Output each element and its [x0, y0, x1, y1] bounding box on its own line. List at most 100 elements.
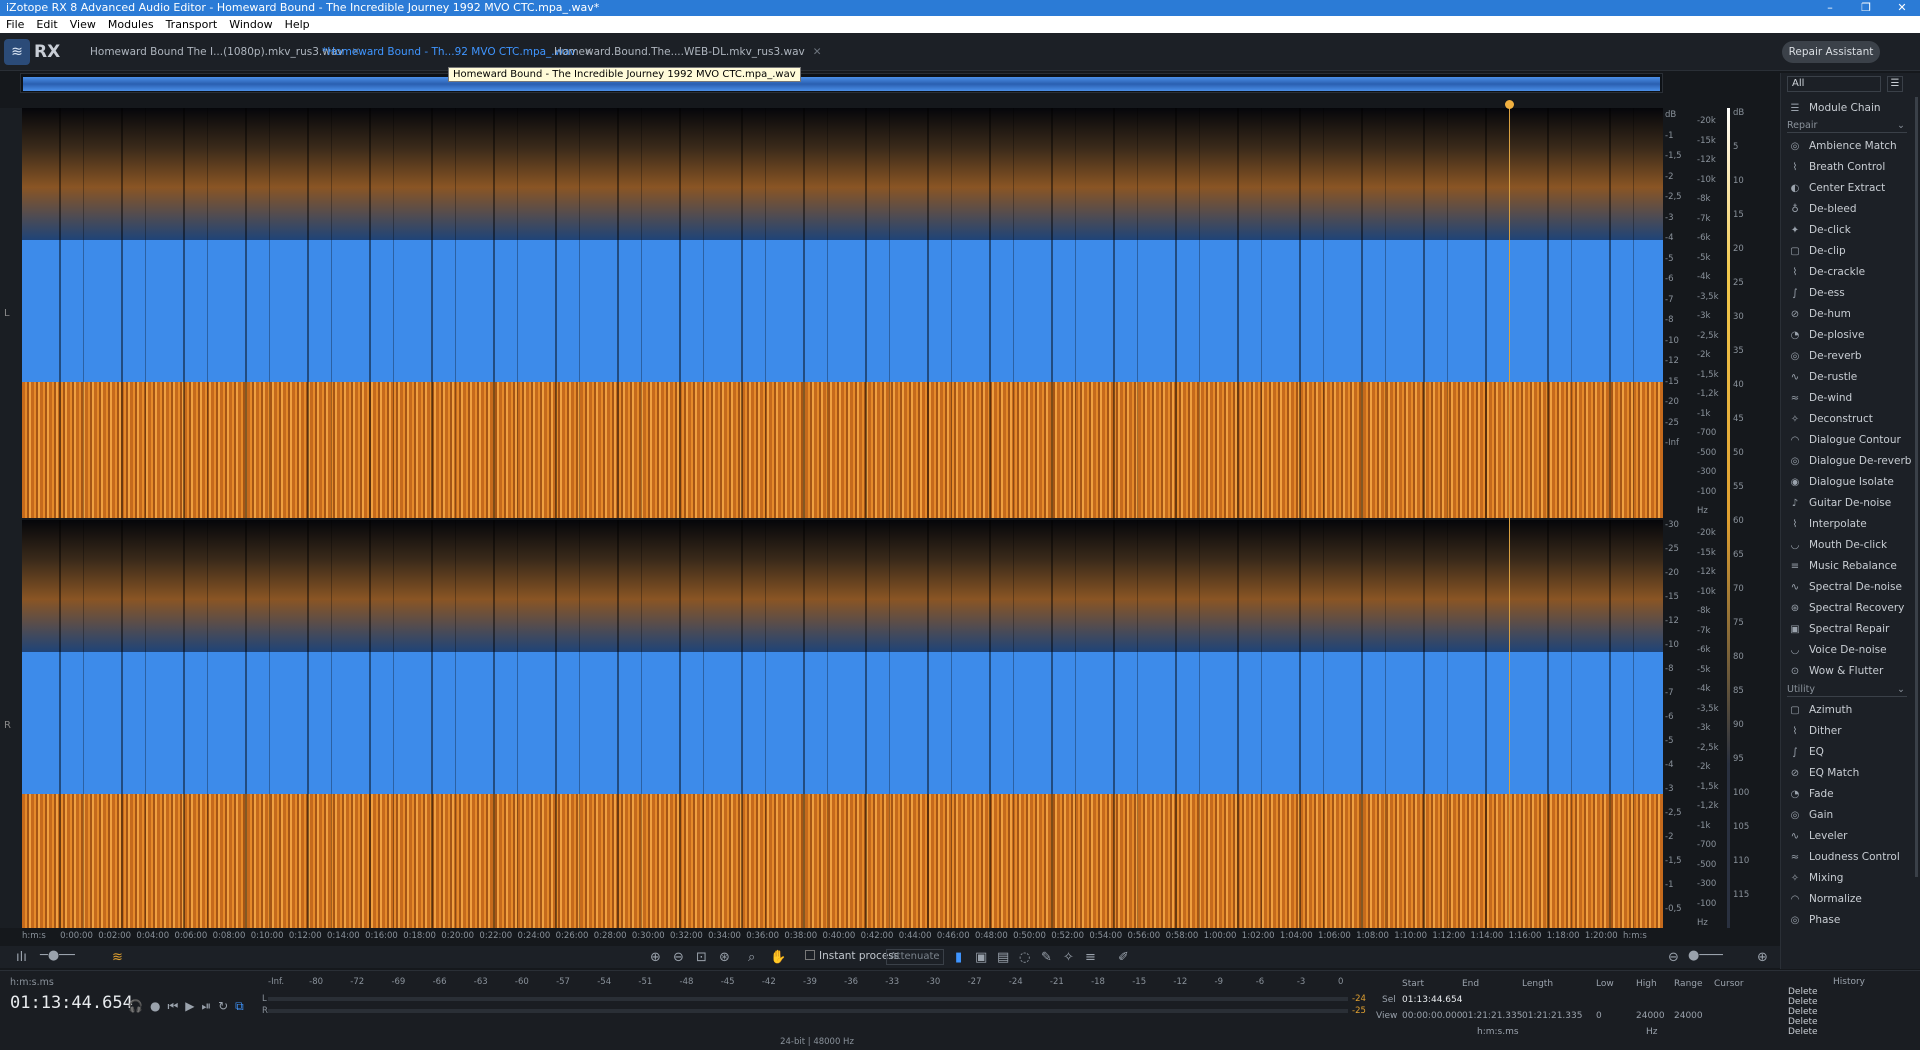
waveform-overview[interactable]	[20, 73, 1663, 93]
module-spectral-repair[interactable]: ▣ Spectral Repair	[1787, 620, 1911, 638]
hand-tool-icon[interactable]: ✋	[770, 950, 786, 965]
zoom-full-icon[interactable]: ⊛	[719, 950, 730, 965]
zoom-selection-icon[interactable]: ⊡	[696, 950, 707, 965]
low-value[interactable]: 0	[1596, 1011, 1602, 1021]
module-eq-match[interactable]: ⊘ EQ Match	[1787, 764, 1911, 782]
module-azimuth[interactable]: ▢ Azimuth	[1787, 701, 1911, 719]
timecode-format[interactable]: h:m:s.ms	[10, 977, 54, 988]
spectrogram-left[interactable]	[22, 108, 1663, 518]
zoom-out-freq-icon[interactable]: ⊖	[1668, 950, 1679, 965]
range-value[interactable]: 24000	[1674, 1011, 1703, 1021]
module-dialogue-de-reverb[interactable]: ◎ Dialogue De-reverb	[1787, 452, 1912, 470]
module-eq[interactable]: ∫ EQ	[1787, 743, 1911, 761]
module-deconstruct[interactable]: ✧ Deconstruct	[1787, 410, 1911, 428]
module-breath-control[interactable]: ⌇ Breath Control	[1787, 158, 1911, 176]
attenuate-select[interactable]: Attenuate	[886, 949, 944, 965]
headphones-icon[interactable]: 🎧	[128, 999, 143, 1014]
utility-section-header[interactable]: Utility ⌄	[1787, 683, 1907, 697]
module-phase[interactable]: ◎ Phase	[1787, 911, 1911, 929]
playhead-marker-icon[interactable]	[1505, 100, 1514, 109]
module-de-hum[interactable]: ⊘ De-hum	[1787, 305, 1911, 323]
module-mixing[interactable]: ✧ Mixing	[1787, 869, 1911, 887]
module-mouth-de-click[interactable]: ◡ Mouth De-click	[1787, 536, 1911, 554]
history-item[interactable]: Delete	[1788, 987, 1818, 997]
menu-help[interactable]: Help	[279, 16, 316, 33]
module-de-plosive[interactable]: ◔ De-plosive	[1787, 326, 1911, 344]
pencil-icon[interactable]: ✐	[1118, 950, 1129, 965]
spectrogram-view-icon[interactable]: ≋	[112, 950, 123, 965]
zoom-out-icon[interactable]: ⊖	[673, 950, 684, 965]
history-item[interactable]: Delete	[1788, 1017, 1818, 1027]
repair-section-header[interactable]: Repair ⌄	[1787, 119, 1907, 133]
instant-process-checkbox[interactable]	[805, 950, 815, 960]
zoom-in-icon[interactable]: ⊕	[650, 950, 661, 965]
play-icon[interactable]: ▶	[185, 999, 194, 1014]
module-dialogue-contour[interactable]: ◠ Dialogue Contour	[1787, 431, 1911, 449]
loop-icon[interactable]: ↻	[218, 999, 228, 1014]
chevron-down-icon[interactable]: ⌄	[1897, 119, 1905, 133]
module-chain-item[interactable]: ☰ Module Chain	[1787, 99, 1911, 117]
playhead[interactable]	[1509, 102, 1510, 928]
tab-file-3[interactable]: Homeward.Bound.The....WEB-DL.mkv_rus3.wa…	[544, 41, 832, 63]
list-view-icon[interactable]: ☰	[1887, 76, 1903, 92]
module-leveler[interactable]: ∿ Leveler	[1787, 827, 1911, 845]
freq-selection-icon[interactable]: ▤	[997, 950, 1009, 965]
menu-edit[interactable]: Edit	[30, 16, 63, 33]
module-de-bleed[interactable]: ♁ De-bleed	[1787, 200, 1911, 218]
zoom-in-freq-icon[interactable]: ⊕	[1757, 950, 1768, 965]
minimize-icon[interactable]: –	[1812, 0, 1848, 16]
history-item[interactable]: Delete	[1788, 997, 1818, 1007]
lasso-icon[interactable]: ◌	[1019, 950, 1030, 965]
chevron-down-icon[interactable]: ⌄	[1897, 683, 1905, 697]
module-loudness-control[interactable]: ≈ Loudness Control	[1787, 848, 1911, 866]
module-interpolate[interactable]: ⌇ Interpolate	[1787, 515, 1911, 533]
module-spectral-recovery[interactable]: ⊛ Spectral Recovery	[1787, 599, 1911, 617]
module-scrollbar[interactable]	[1915, 97, 1918, 877]
module-dialogue-isolate[interactable]: ◉ Dialogue Isolate	[1787, 473, 1911, 491]
module-normalize[interactable]: ◠ Normalize	[1787, 890, 1911, 908]
module-filter-select[interactable]: All	[1787, 76, 1881, 92]
module-guitar-de-noise[interactable]: ♪ Guitar De-noise	[1787, 494, 1911, 512]
menu-view[interactable]: View	[64, 16, 102, 33]
time-selection-icon[interactable]: ▮	[955, 950, 962, 965]
module-ambience-match[interactable]: ◎ Ambience Match	[1787, 137, 1911, 155]
history-item[interactable]: Delete	[1788, 1027, 1818, 1037]
module-wow-flutter[interactable]: ⊙ Wow & Flutter	[1787, 662, 1911, 680]
spectrogram-right[interactable]	[22, 520, 1663, 928]
harmonic-selection-icon[interactable]: ≡	[1085, 950, 1096, 965]
module-spectral-de-noise[interactable]: ∿ Spectral De-noise	[1787, 578, 1911, 596]
close-tab-icon[interactable]: ✕	[813, 46, 822, 58]
module-voice-de-noise[interactable]: ◡ Voice De-noise	[1787, 641, 1911, 659]
brush-icon[interactable]: ✎	[1041, 950, 1052, 965]
blend-slider[interactable]: ─●──	[40, 948, 75, 963]
history-item[interactable]: Delete	[1788, 1007, 1818, 1017]
menu-modules[interactable]: Modules	[102, 16, 160, 33]
module-center-extract[interactable]: ◐ Center Extract	[1787, 179, 1911, 197]
module-de-wind[interactable]: ≈ De-wind	[1787, 389, 1911, 407]
repair-assistant-button[interactable]: Repair Assistant	[1782, 41, 1880, 63]
module-de-reverb[interactable]: ◎ De-reverb	[1787, 347, 1911, 365]
menu-file[interactable]: File	[0, 16, 30, 33]
sel-start-value[interactable]: 01:13:44.654	[1402, 995, 1462, 1005]
module-de-clip[interactable]: ▢ De-clip	[1787, 242, 1911, 260]
waveform-view-icon[interactable]: ılı	[16, 950, 27, 965]
menu-transport[interactable]: Transport	[160, 16, 224, 33]
rect-selection-icon[interactable]: ▣	[975, 950, 987, 965]
play-selection-icon[interactable]: ⏯	[201, 999, 211, 1014]
module-de-crackle[interactable]: ⌇ De-crackle	[1787, 263, 1911, 281]
view-end-value[interactable]: 01:21:21.335	[1462, 1011, 1522, 1021]
skip-start-icon[interactable]: ⏮	[167, 999, 178, 1014]
follow-playhead-icon[interactable]: ⧉	[235, 999, 244, 1014]
module-fade[interactable]: ◔ Fade	[1787, 785, 1911, 803]
freq-zoom-slider[interactable]: ●───	[1688, 948, 1723, 963]
zoom-tool-icon[interactable]: ⌕	[748, 950, 755, 965]
module-de-ess[interactable]: ∫ De-ess	[1787, 284, 1911, 302]
module-gain[interactable]: ◎ Gain	[1787, 806, 1911, 824]
module-dither[interactable]: ⌇ Dither	[1787, 722, 1911, 740]
high-value[interactable]: 24000	[1636, 1011, 1665, 1021]
view-length-value[interactable]: 01:21:21.335	[1522, 1011, 1582, 1021]
menu-window[interactable]: Window	[223, 16, 278, 33]
close-icon[interactable]: ✕	[1884, 0, 1920, 16]
magic-wand-icon[interactable]: ✧	[1063, 950, 1074, 965]
time-ruler[interactable]: h:m:s 0:00:00 0:02:00 0:04:00 0:06:00 0:08:00…	[22, 930, 1663, 944]
